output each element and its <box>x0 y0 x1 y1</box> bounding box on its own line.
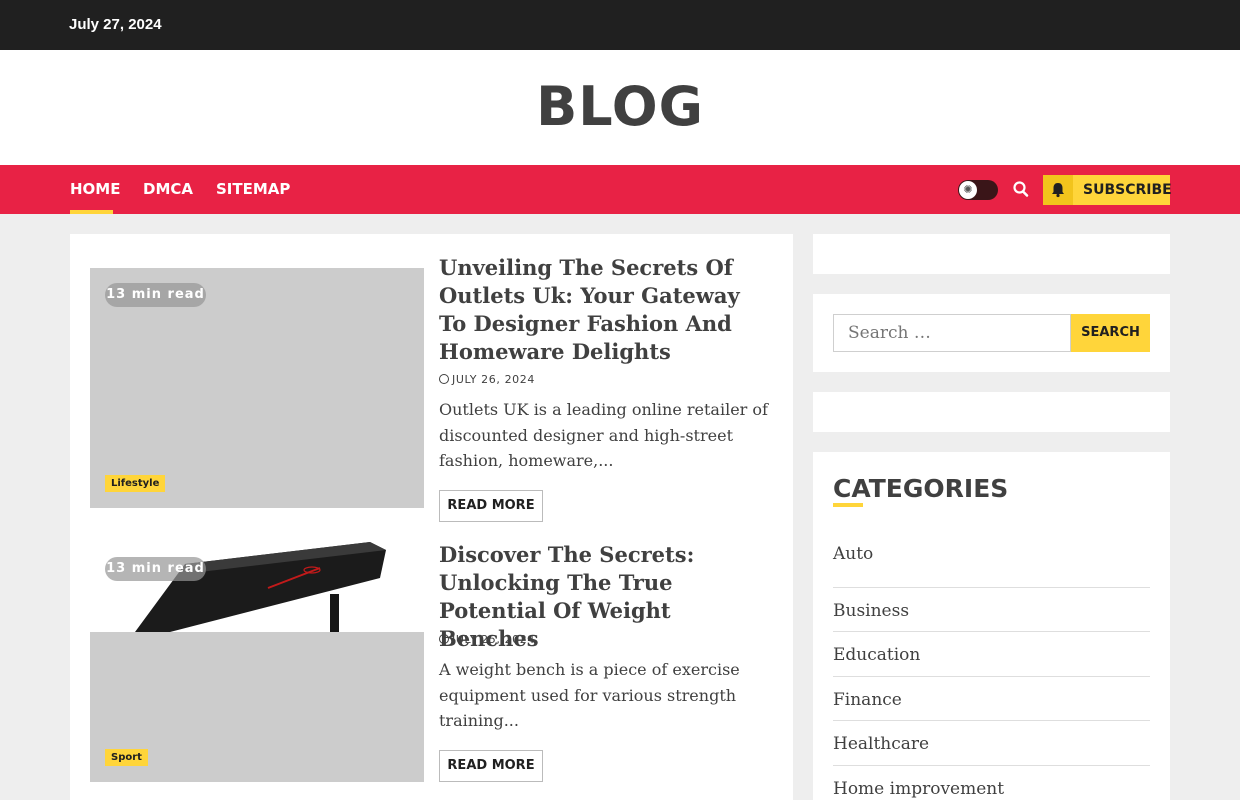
categories-heading: CATEGORIES <box>833 474 1009 503</box>
search-widget: SEARCH <box>813 294 1170 372</box>
search-input[interactable] <box>833 314 1071 352</box>
category-link[interactable]: Education <box>833 632 1150 677</box>
post-title[interactable]: Unveiling The Secrets Of Outlets Uk: You… <box>439 254 769 366</box>
post-date: JULY 25, 2024 <box>439 633 535 646</box>
category-link[interactable]: Home improvement <box>833 766 1150 800</box>
top-bar: July 27, 2024 <box>0 0 1240 50</box>
subscribe-label: SUBSCRIBE <box>1083 182 1172 198</box>
site-title[interactable]: BLOG <box>0 75 1240 138</box>
weight-bench-image <box>90 542 424 632</box>
post-excerpt: A weight bench is a piece of exercise eq… <box>439 660 740 730</box>
bell-icon <box>1043 175 1073 205</box>
current-date: July 27, 2024 <box>69 16 162 33</box>
post-date: JULY 26, 2024 <box>439 373 535 386</box>
heading-underline <box>833 503 863 507</box>
category-link[interactable]: Healthcare <box>833 721 1150 766</box>
category-link[interactable]: Business <box>833 588 1150 633</box>
clock-icon <box>439 634 449 644</box>
category-link[interactable]: Finance <box>833 677 1150 722</box>
read-more-button[interactable]: READ MORE <box>439 490 543 522</box>
sun-icon: ✺ <box>959 181 977 199</box>
search-icon[interactable] <box>1012 179 1030 199</box>
post-thumbnail[interactable]: 13 min read Sport <box>90 542 424 782</box>
masthead: BLOG <box>0 50 1240 165</box>
nav-item-sitemap[interactable]: SITEMAP <box>216 180 290 198</box>
category-badge[interactable]: Lifestyle <box>105 475 166 492</box>
active-nav-indicator <box>70 210 113 214</box>
empty-widget <box>813 234 1170 274</box>
post-thumbnail[interactable]: 13 min read Lifestyle <box>90 268 424 508</box>
empty-widget <box>813 392 1170 432</box>
post-date-text: JULY 26, 2024 <box>452 373 535 386</box>
subscribe-button[interactable]: SUBSCRIBE <box>1043 175 1172 205</box>
nav-item-dmca[interactable]: DMCA <box>143 180 193 198</box>
search-button[interactable]: SEARCH <box>1071 314 1150 352</box>
categories-list: Auto Business Education Finance Healthca… <box>833 543 1150 800</box>
read-time-badge: 13 min read <box>105 283 206 307</box>
post-date-text: JULY 25, 2024 <box>452 633 535 646</box>
read-more-button[interactable]: READ MORE <box>439 750 543 782</box>
dark-mode-toggle[interactable]: ✺ <box>958 180 998 200</box>
clock-icon <box>439 374 449 384</box>
category-badge[interactable]: Sport <box>105 749 148 766</box>
read-time-badge: 13 min read <box>105 557 206 581</box>
categories-widget: CATEGORIES Auto Business Education Finan… <box>813 452 1170 800</box>
nav-item-home[interactable]: HOME <box>70 180 120 198</box>
category-link[interactable]: Auto <box>833 543 1150 588</box>
post-excerpt: Outlets UK is a leading online retailer … <box>439 400 768 470</box>
